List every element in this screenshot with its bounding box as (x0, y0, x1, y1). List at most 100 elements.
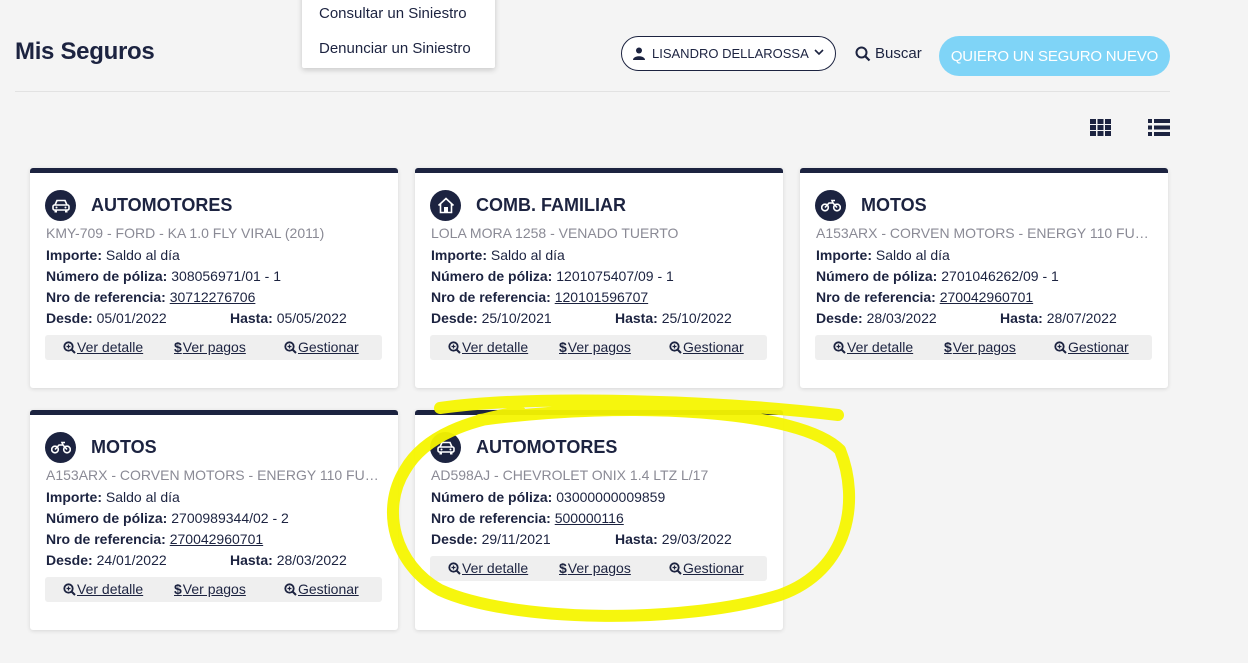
list-view-icon[interactable] (1148, 119, 1170, 136)
desde-label: Desde: (46, 552, 93, 568)
card-actions: Ver detalle $ Ver pagos Gestionar (815, 335, 1152, 360)
dollar-icon: $ (174, 339, 182, 355)
zoom-icon (833, 340, 846, 354)
dollar-icon: $ (559, 339, 567, 355)
policy-card: AUTOMOTORES AD598AJ - CHEVROLET ONIX 1.4… (415, 410, 783, 630)
dollar-icon: $ (944, 339, 952, 355)
referencia-label: Nro de referencia: (46, 531, 166, 547)
search-label: Buscar (875, 45, 922, 62)
gestionar-link[interactable]: Gestionar (1054, 339, 1129, 355)
ver-pagos-link[interactable]: $ Ver pagos (174, 581, 246, 597)
siniestro-dropdown: Consultar un Siniestro Denunciar un Sini… (302, 0, 495, 68)
ver-detalle-link[interactable]: Ver detalle (833, 339, 913, 355)
policy-card: AUTOMOTORES KMY-709 - FORD - KA 1.0 FLY … (30, 168, 398, 388)
importe-value: Saldo al día (875, 247, 950, 263)
card-actions: Ver detalle $ Ver pagos Gestionar (45, 335, 382, 360)
poliza-value: 2700989344/02 - 2 (171, 510, 289, 526)
hasta-value: 05/05/2022 (276, 310, 347, 326)
motorcycle-icon (815, 190, 846, 221)
dollar-icon: $ (559, 560, 567, 576)
desde-label: Desde: (46, 310, 93, 326)
hasta-label: Hasta: (230, 310, 273, 326)
new-insurance-button[interactable]: QUIERO UN SEGURO NUEVO (939, 36, 1170, 76)
desde-value: 28/03/2022 (866, 310, 937, 326)
ver-detalle-link[interactable]: Ver detalle (448, 339, 528, 355)
referencia-label: Nro de referencia: (431, 289, 551, 305)
card-subtitle: AD598AJ - CHEVROLET ONIX 1.4 LTZ L/17 (431, 467, 709, 483)
card-actions: Ver detalle $ Ver pagos Gestionar (430, 335, 767, 360)
gestionar-link[interactable]: Gestionar (284, 581, 359, 597)
ver-detalle-link[interactable]: Ver detalle (448, 560, 528, 576)
menu-item-denunciar-siniestro[interactable]: Denunciar un Siniestro (319, 40, 471, 57)
gestionar-link[interactable]: Gestionar (669, 560, 744, 576)
policy-card: MOTOS A153ARX - CORVEN MOTORS - ENERGY 1… (30, 410, 398, 630)
zoom-icon (448, 561, 461, 575)
search-icon (855, 46, 871, 61)
desde-value: 05/01/2022 (96, 310, 167, 326)
poliza-value: 1201075407/09 - 1 (556, 268, 674, 284)
ver-pagos-link[interactable]: $ Ver pagos (944, 339, 1016, 355)
importe-label: Importe: (46, 247, 102, 263)
policy-card: COMB. FAMILIAR LOLA MORA 1258 - VENADO T… (415, 168, 783, 388)
hasta-label: Hasta: (615, 310, 658, 326)
desde-label: Desde: (816, 310, 863, 326)
card-subtitle: LOLA MORA 1258 - VENADO TUERTO (431, 225, 679, 241)
poliza-value: 308056971/01 - 1 (171, 268, 282, 284)
referencia-label: Nro de referencia: (431, 510, 551, 526)
importe-label: Importe: (431, 247, 487, 263)
poliza-label: Número de póliza: (816, 268, 938, 284)
user-menu-button[interactable]: LISANDRO DELLAROSSA (621, 36, 836, 71)
search-button[interactable]: Buscar (855, 45, 922, 62)
poliza-value: 2701046262/09 - 1 (941, 268, 1059, 284)
referencia-link[interactable]: 500000116 (555, 510, 624, 526)
desde-label: Desde: (431, 531, 478, 547)
importe-value: Saldo al día (105, 489, 180, 505)
referencia-link[interactable]: 270042960701 (170, 531, 263, 547)
referencia-link[interactable]: 30712276706 (170, 289, 256, 305)
zoom-icon (669, 561, 682, 575)
hasta-label: Hasta: (1000, 310, 1043, 326)
header-divider (15, 91, 1170, 92)
hasta-value: 28/07/2022 (1046, 310, 1117, 326)
gestionar-link[interactable]: Gestionar (284, 339, 359, 355)
desde-value: 29/11/2021 (481, 531, 551, 547)
zoom-icon (448, 340, 461, 354)
card-title: AUTOMOTORES (476, 437, 618, 457)
hasta-value: 25/10/2022 (661, 310, 732, 326)
card-title: AUTOMOTORES (91, 195, 233, 215)
chevron-down-icon (814, 49, 824, 56)
ver-detalle-link[interactable]: Ver detalle (63, 339, 143, 355)
card-subtitle: A153ARX - CORVEN MOTORS - ENERGY 110 FUL… (816, 225, 1156, 241)
poliza-value: 03000000009859 (556, 489, 666, 505)
card-title: COMB. FAMILIAR (476, 195, 626, 215)
dollar-icon: $ (174, 581, 182, 597)
importe-value: Saldo al día (105, 247, 180, 263)
user-name: LISANDRO DELLAROSSA (652, 46, 809, 61)
gestionar-link[interactable]: Gestionar (669, 339, 744, 355)
referencia-link[interactable]: 270042960701 (940, 289, 1033, 305)
importe-label: Importe: (46, 489, 102, 505)
desde-value: 25/10/2021 (481, 310, 552, 326)
zoom-icon (284, 582, 297, 596)
importe-label: Importe: (816, 247, 872, 263)
ver-pagos-link[interactable]: $ Ver pagos (174, 339, 246, 355)
hasta-label: Hasta: (230, 552, 273, 568)
zoom-icon (284, 340, 297, 354)
ver-detalle-link[interactable]: Ver detalle (63, 581, 143, 597)
referencia-label: Nro de referencia: (46, 289, 166, 305)
card-actions: Ver detalle $ Ver pagos Gestionar (430, 556, 767, 581)
card-subtitle: KMY-709 - FORD - KA 1.0 FLY VIRAL (2011) (46, 225, 325, 241)
referencia-link[interactable]: 120101596707 (555, 289, 648, 305)
car-icon (430, 432, 461, 463)
menu-item-consultar-siniestro[interactable]: Consultar un Siniestro (319, 5, 467, 22)
car-icon (45, 190, 76, 221)
grid-view-icon[interactable] (1090, 119, 1111, 136)
card-title: MOTOS (91, 437, 157, 457)
ver-pagos-link[interactable]: $ Ver pagos (559, 339, 631, 355)
ver-pagos-link[interactable]: $ Ver pagos (559, 560, 631, 576)
page-title: Mis Seguros (15, 38, 155, 65)
desde-label: Desde: (431, 310, 478, 326)
card-actions: Ver detalle $ Ver pagos Gestionar (45, 577, 382, 602)
importe-value: Saldo al día (490, 247, 565, 263)
motorcycle-icon (45, 432, 76, 463)
